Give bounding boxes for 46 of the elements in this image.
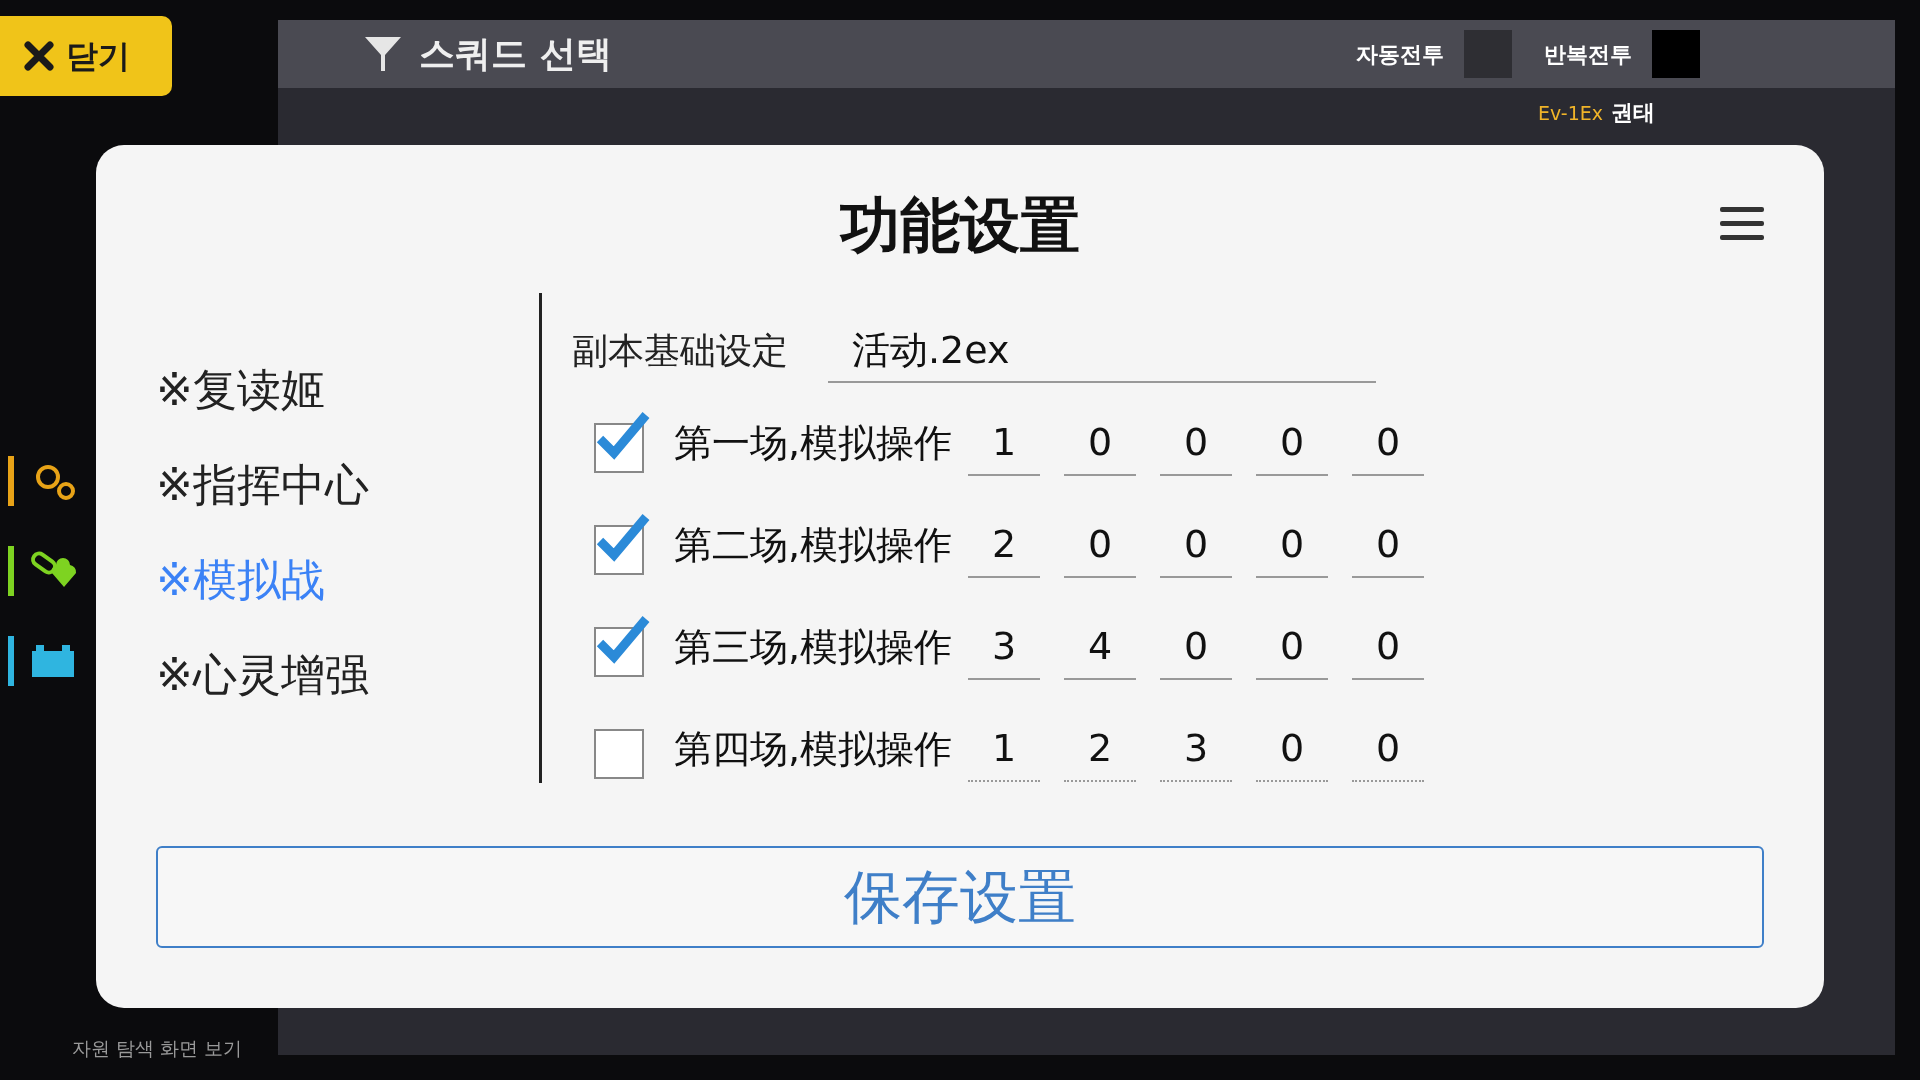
digit-field[interactable]: 0 (1352, 716, 1425, 782)
resource-view-link[interactable]: 자원 탐색 화면 보기 (72, 1036, 243, 1059)
check-icon (596, 411, 650, 461)
base-setting-label: 副本基础设定 (572, 329, 788, 373)
digit-field[interactable]: 1 (968, 716, 1041, 782)
digit-field[interactable]: 0 (1352, 410, 1425, 476)
menu-item[interactable]: ※心灵增强 (156, 648, 539, 702)
header-title: 스쿼드 선택 (419, 32, 612, 76)
toggle-label: 자동전투 (1356, 40, 1444, 69)
digit-field[interactable]: 3 (1160, 716, 1233, 782)
row-label: 第二场,模拟操作 (674, 521, 953, 569)
save-button[interactable]: 保存设置 (156, 846, 1764, 948)
digit-field[interactable]: 0 (1064, 410, 1137, 476)
digit-field[interactable]: 0 (1160, 410, 1233, 476)
digit-field[interactable]: 0 (1160, 512, 1233, 578)
close-icon (24, 41, 54, 71)
digit-field[interactable]: 0 (1256, 614, 1329, 680)
digit-field[interactable]: 2 (968, 512, 1041, 578)
dialog-title: 功能设置 (840, 189, 1080, 262)
digit-field[interactable]: 0 (1256, 410, 1329, 476)
check-icon (596, 513, 650, 563)
digit-field[interactable]: 0 (1160, 614, 1233, 680)
stage-name: 권태 (1611, 99, 1655, 127)
digit-field[interactable]: 0 (1256, 512, 1329, 578)
digit-field[interactable]: 0 (1352, 614, 1425, 680)
toggle-box[interactable] (1652, 30, 1700, 78)
digit-field[interactable]: 1 (968, 410, 1041, 476)
row-label: 第四场,模拟操作 (674, 725, 953, 773)
digit-field[interactable]: 4 (1064, 614, 1137, 680)
row-label: 第三场,模拟操作 (674, 623, 953, 671)
digit-field[interactable]: 3 (968, 614, 1041, 680)
check-icon (596, 615, 650, 665)
digit-field[interactable]: 0 (1352, 512, 1425, 578)
row-label: 第一场,模拟操作 (674, 419, 953, 467)
digit-field[interactable]: 0 (1064, 512, 1137, 578)
menu-icon[interactable] (1720, 205, 1764, 243)
digit-field[interactable]: 0 (1256, 716, 1329, 782)
close-button[interactable]: 닫기 (0, 16, 172, 96)
menu-item[interactable]: ※指挥中心 (156, 458, 539, 512)
base-setting-field[interactable]: 活动.2ex (828, 319, 1376, 383)
digit-field[interactable]: 2 (1064, 716, 1137, 782)
toggle-label: 반복전투 (1544, 40, 1632, 69)
filter-icon (363, 35, 403, 73)
menu-item[interactable]: ※复读姬 (156, 363, 539, 417)
toggle-box[interactable] (1464, 30, 1512, 78)
stage-code: Ev-1Ex (1538, 101, 1603, 126)
